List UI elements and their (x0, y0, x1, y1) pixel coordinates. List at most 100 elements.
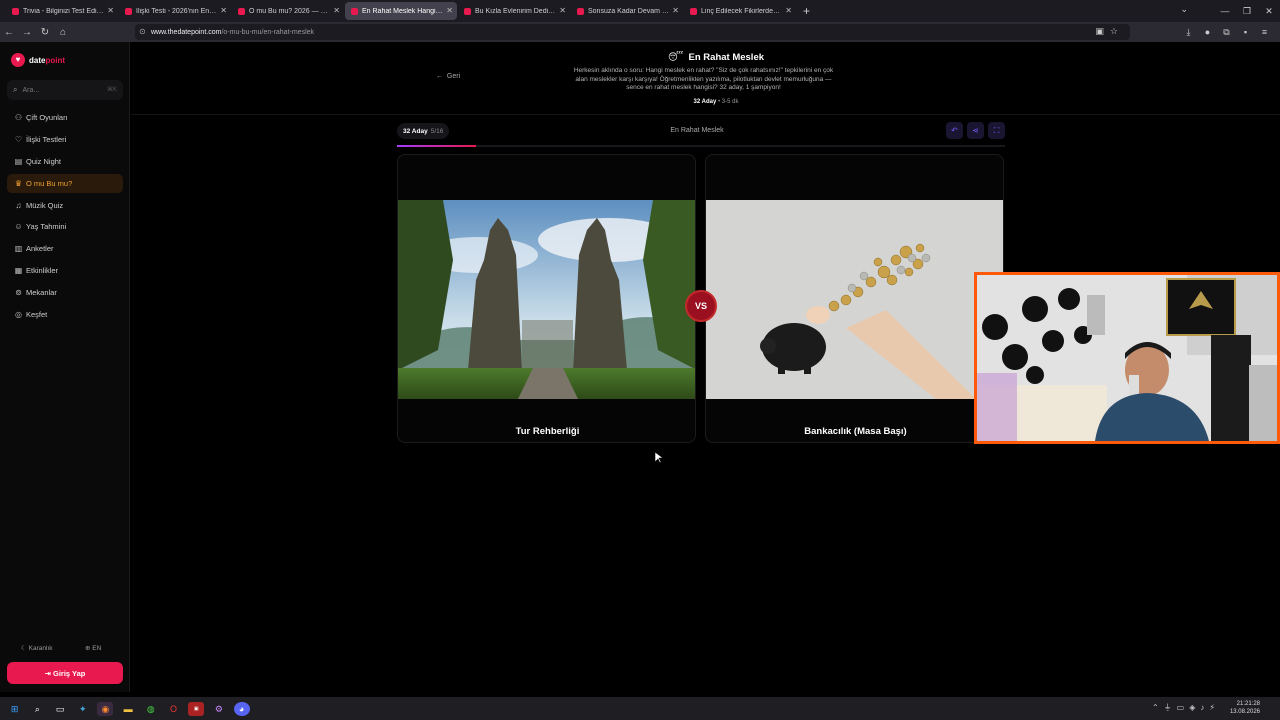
system-tray-icons[interactable]: ⌃⏚▭◈♪⚡ (1152, 702, 1220, 713)
choice-card-right[interactable]: Bankacılık (Masa Başı) (705, 154, 1004, 443)
sidebar-item-anketler[interactable]: ▥ Anketler (7, 239, 123, 258)
sidebar-item-etkinlikler[interactable]: ▦ Etkinlikler (7, 261, 123, 280)
choice-card-left[interactable]: Tur Rehberliği (397, 154, 696, 443)
url-path: /o-mu-bu-mu/en-rahat-meslek (221, 28, 315, 36)
system-clock[interactable]: 21:21:28 13.08.2026 (1230, 700, 1260, 716)
game-controls: 32 Aday 5/16 En Rahat Meslek ↶ ⋖ ⛶ (397, 122, 1007, 146)
calendar-icon: ▦ (14, 266, 23, 276)
sleepy-emoji-icon: 😴 (667, 52, 684, 63)
downloads-icon[interactable]: ⤓ (1179, 27, 1198, 38)
arrow-left-icon: ← (436, 73, 447, 80)
browser-tab[interactable]: Bu Kızla Evlenirim Dedirtecek Ö✕ (458, 2, 570, 20)
login-button[interactable]: ⇥ Giriş Yap (7, 662, 123, 684)
page-meta: 32 Aday • 3-5 dk (693, 99, 739, 105)
menu-icon[interactable]: ≡ (1255, 27, 1274, 37)
share-button[interactable]: ⋖ (967, 122, 984, 139)
extensions-icon[interactable]: ⧉ (1217, 27, 1236, 38)
discord-icon[interactable]: ◕ (233, 701, 250, 716)
sidebar-item-label: Quiz Night (26, 156, 62, 166)
undo-button[interactable]: ↶ (946, 122, 963, 139)
search-placeholder: Ara... (22, 86, 40, 94)
round-progress-fill (397, 145, 476, 147)
dark-mode-label: Karanlık (28, 645, 53, 652)
sidebar-item-label: Çift Oyunları (26, 113, 68, 122)
back-link[interactable]: ← Geri (436, 73, 460, 80)
notification-icon[interactable]: ▪ (1236, 27, 1255, 37)
round-progress-bar (397, 145, 1005, 147)
chrome-icon[interactable]: ◍ (143, 702, 159, 716)
tab-title: İlişki Testi - 2026'nın En Viral Te (136, 7, 217, 15)
close-tab-icon[interactable]: ✕ (107, 6, 114, 15)
fullscreen-button[interactable]: ⛶ (988, 122, 1005, 139)
dark-mode-toggle[interactable]: ☾ Karanlık (21, 644, 53, 652)
home-icon[interactable]: ⌂ (54, 27, 72, 38)
game-title: En Rahat Meslek (670, 127, 724, 134)
login-icon: ⇥ (44, 668, 53, 678)
close-tab-icon[interactable]: ✕ (446, 6, 453, 15)
copilot-icon[interactable]: ✦ (75, 702, 91, 716)
site-info-icon[interactable]: ⊙ (139, 27, 146, 36)
sidebar-item-yas-tahmini[interactable]: ☺ Yaş Tahmini (7, 217, 123, 236)
close-tab-icon[interactable]: ✕ (672, 6, 679, 15)
browser-tab[interactable]: O mu Bu mu? 2026 — Sevgilini✕ (232, 2, 344, 20)
sidebar-item-cift-oyunlari[interactable]: ⚇ Çift Oyunları (7, 108, 123, 127)
settings-app-icon[interactable]: ⚙ (211, 702, 227, 716)
header-divider (131, 114, 1280, 115)
browser-nav-bar: ← → ↻ ⌂ ⊙ www.thedatepoint.com/o-mu-bu-m… (0, 22, 1280, 42)
address-bar[interactable]: ⊙ www.thedatepoint.com/o-mu-bu-mu/en-rah… (135, 24, 1130, 40)
windows-start-icon[interactable]: ⊞ (7, 702, 23, 716)
close-tab-icon[interactable]: ✕ (220, 6, 227, 15)
sidebar-item-quiz-night[interactable]: ▤ Quiz Night (7, 152, 123, 171)
reload-icon[interactable]: ↻ (36, 27, 54, 38)
sidebar-item-label: Etkinlikler (26, 266, 59, 276)
recording-app-icon[interactable]: ▣ (188, 701, 205, 716)
close-window-icon[interactable]: ✕ (1258, 0, 1280, 22)
brand-logo[interactable]: ♥ date point (11, 53, 65, 67)
sidebar-item-kesfet[interactable]: ◎ Keşfet (7, 305, 123, 324)
close-tab-icon[interactable]: ✕ (559, 6, 566, 15)
browser-tab-active[interactable]: En Rahat Meslek Hangisi? — Se✕ (345, 2, 457, 20)
firefox-icon[interactable]: ◉ (97, 701, 114, 716)
candidate-count: 32 Aday (693, 99, 717, 105)
new-tab-icon[interactable]: + (803, 4, 810, 18)
choice-label-right: Bankacılık (Masa Başı) (804, 426, 907, 437)
minimize-icon[interactable]: — (1214, 0, 1236, 22)
tab-favicon-icon (238, 7, 245, 15)
task-view-icon[interactable]: ▭ (52, 702, 68, 716)
piggy-bank-coins-image (706, 200, 1003, 399)
forward-arrow-icon[interactable]: → (18, 27, 36, 38)
sidebar-item-label: Müzik Quiz (26, 200, 64, 210)
compass-icon: ◎ (15, 310, 22, 320)
browser-tab[interactable]: Linç Edilecek Fikirlerden Hangisi✕ (684, 2, 796, 20)
clock-date: 13.08.2026 (1229, 709, 1260, 715)
brand-name-a: date (29, 55, 46, 65)
sidebar-item-o-mu-bu-mu[interactable]: ♛ O mu Bu mu? (7, 173, 123, 193)
language-label: EN (92, 645, 102, 652)
browser-tab[interactable]: Trivia - Bilginizi Test Edin - Quiz✕ (6, 2, 118, 20)
language-toggle[interactable]: ⊕ EN (85, 644, 101, 652)
account-icon[interactable]: ● (1198, 27, 1217, 37)
file-explorer-icon[interactable]: ▬ (120, 702, 136, 716)
gamepad-icon: ⚇ (14, 113, 23, 122)
round-label: 32 Aday (403, 127, 428, 135)
close-tab-icon[interactable]: ✕ (785, 6, 792, 15)
sidebar-item-label: Yaş Tahmini (26, 222, 67, 232)
sidebar-item-muzik-quiz[interactable]: ♫ Müzik Quiz (7, 196, 123, 215)
search-input[interactable]: ⌕ Ara... ⌘K (7, 80, 123, 100)
close-tab-icon[interactable]: ✕ (333, 6, 340, 15)
mouse-cursor-icon (655, 452, 663, 464)
tab-list-chevron-icon[interactable]: ⌄ (1180, 4, 1188, 15)
tab-favicon-icon (12, 7, 19, 15)
sidebar-item-mekanlar[interactable]: ⊚ Mekanlar (7, 283, 123, 302)
brand-name-b: point (45, 55, 65, 65)
back-arrow-icon[interactable]: ← (0, 27, 18, 38)
reader-bookmark-icons[interactable]: ▣☆ (1095, 26, 1124, 37)
restore-icon[interactable]: ❐ (1236, 0, 1258, 22)
search-taskbar-icon[interactable]: ⌕ (29, 702, 45, 716)
sidebar-item-iliski-testleri[interactable]: ♡ İlişki Testleri (7, 130, 123, 149)
opera-icon[interactable]: O (166, 702, 182, 716)
browser-tab[interactable]: Sonsuza Kadar Devam Edecek İ✕ (571, 2, 683, 20)
sidebar-item-label: Keşfet (26, 310, 48, 320)
browser-tab[interactable]: İlişki Testi - 2026'nın En Viral Te✕ (119, 2, 231, 20)
vs-badge: VS (685, 290, 717, 322)
